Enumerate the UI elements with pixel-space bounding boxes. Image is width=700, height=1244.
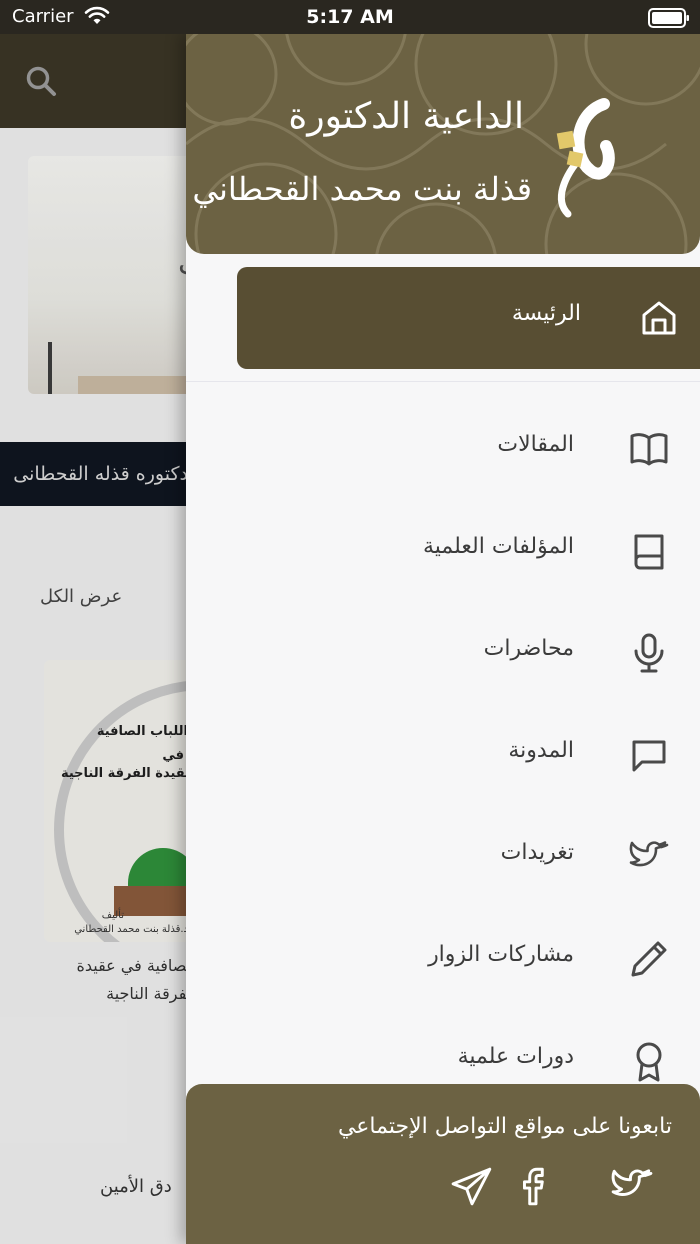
menu-item-publications[interactable]: المؤلفات العلمية	[186, 510, 700, 590]
brand-name: قذلة بنت محمد القحطاني	[192, 170, 532, 208]
social-panel: تابعونا على مواقع التواصل الإجتماعي	[186, 1084, 700, 1244]
home-icon	[642, 301, 676, 335]
social-title: تابعونا على مواقع التواصل الإجتماعي	[337, 1114, 672, 1139]
menu-item-home[interactable]: الرئيسة	[237, 267, 700, 369]
menu-item-tweets[interactable]: تغريدات	[186, 816, 700, 896]
menu-item-label: مشاركات الزوار	[428, 942, 574, 967]
menu-item-label: المدونة	[508, 738, 574, 763]
brand-title: الداعية الدكتورة	[288, 96, 524, 137]
menu-item-lectures[interactable]: محاضرات	[186, 612, 700, 692]
menu-item-label: الرئيسة	[511, 301, 581, 326]
menu-divider	[186, 381, 700, 382]
chat-bubble-icon	[632, 740, 666, 772]
menu-item-label: المقالات	[497, 432, 574, 457]
menu-item-blog[interactable]: المدونة	[186, 714, 700, 794]
menu-item-label: المؤلفات العلمية	[422, 534, 574, 559]
navigation-drawer: الداعية الدكتورة قذلة بنت محمد القحطاني …	[186, 34, 700, 1244]
twitter-icon[interactable]	[610, 1164, 654, 1208]
open-book-icon	[630, 433, 668, 466]
menu-item-articles[interactable]: المقالات	[186, 408, 700, 488]
menu-item-label: دورات علمية	[457, 1044, 574, 1069]
award-icon	[636, 1042, 662, 1082]
menu-item-visitor-posts[interactable]: مشاركات الزوار	[186, 918, 700, 998]
telegram-icon[interactable]	[450, 1164, 494, 1208]
microphone-icon	[634, 633, 664, 673]
twitter-icon	[629, 841, 669, 867]
facebook-icon[interactable]	[514, 1164, 558, 1208]
menu-item-label: محاضرات	[483, 636, 574, 661]
drawer-header: الداعية الدكتورة قذلة بنت محمد القحطاني	[186, 34, 700, 254]
status-bar: Carrier 5:17 AM	[0, 0, 700, 34]
battery-icon	[648, 8, 689, 28]
book-icon	[634, 534, 664, 570]
clock: 5:17 AM	[306, 6, 394, 28]
brand-logo	[556, 98, 615, 218]
pencil-icon	[631, 941, 667, 977]
menu-item-label: تغريدات	[500, 840, 574, 865]
